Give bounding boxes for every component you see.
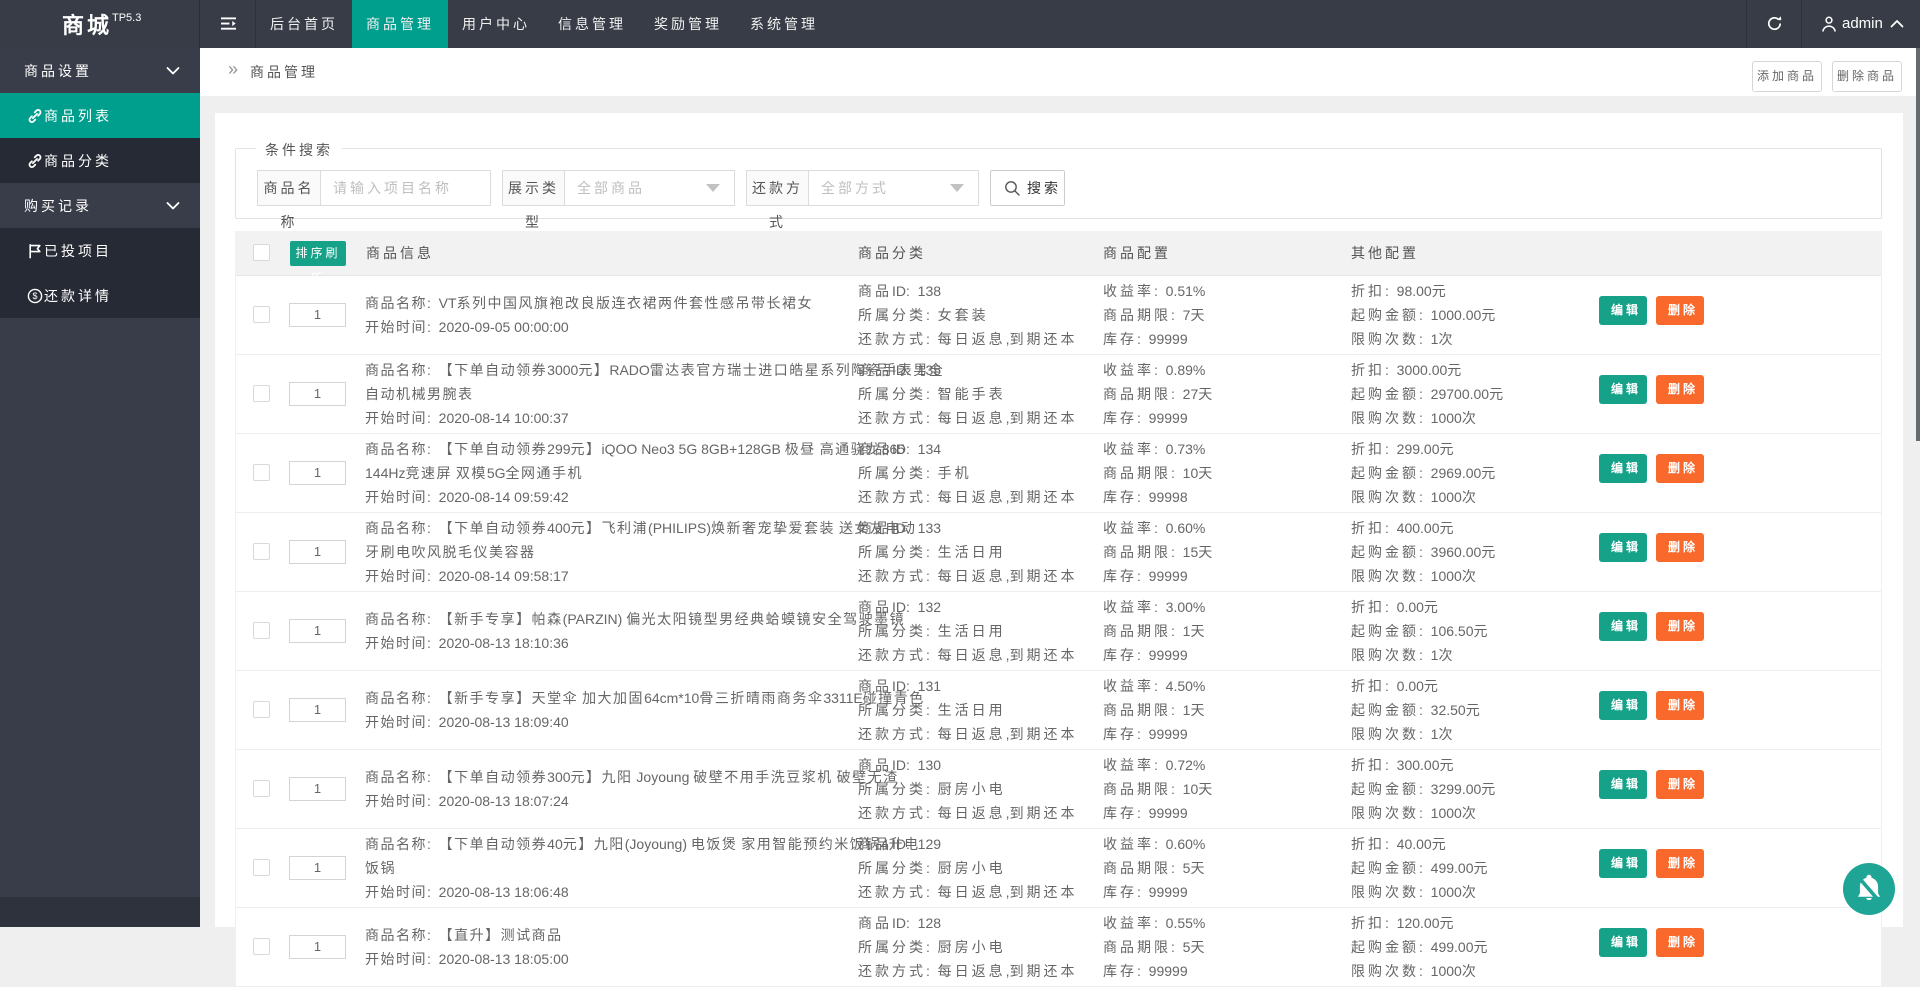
svg-text:$: $ xyxy=(32,291,37,301)
